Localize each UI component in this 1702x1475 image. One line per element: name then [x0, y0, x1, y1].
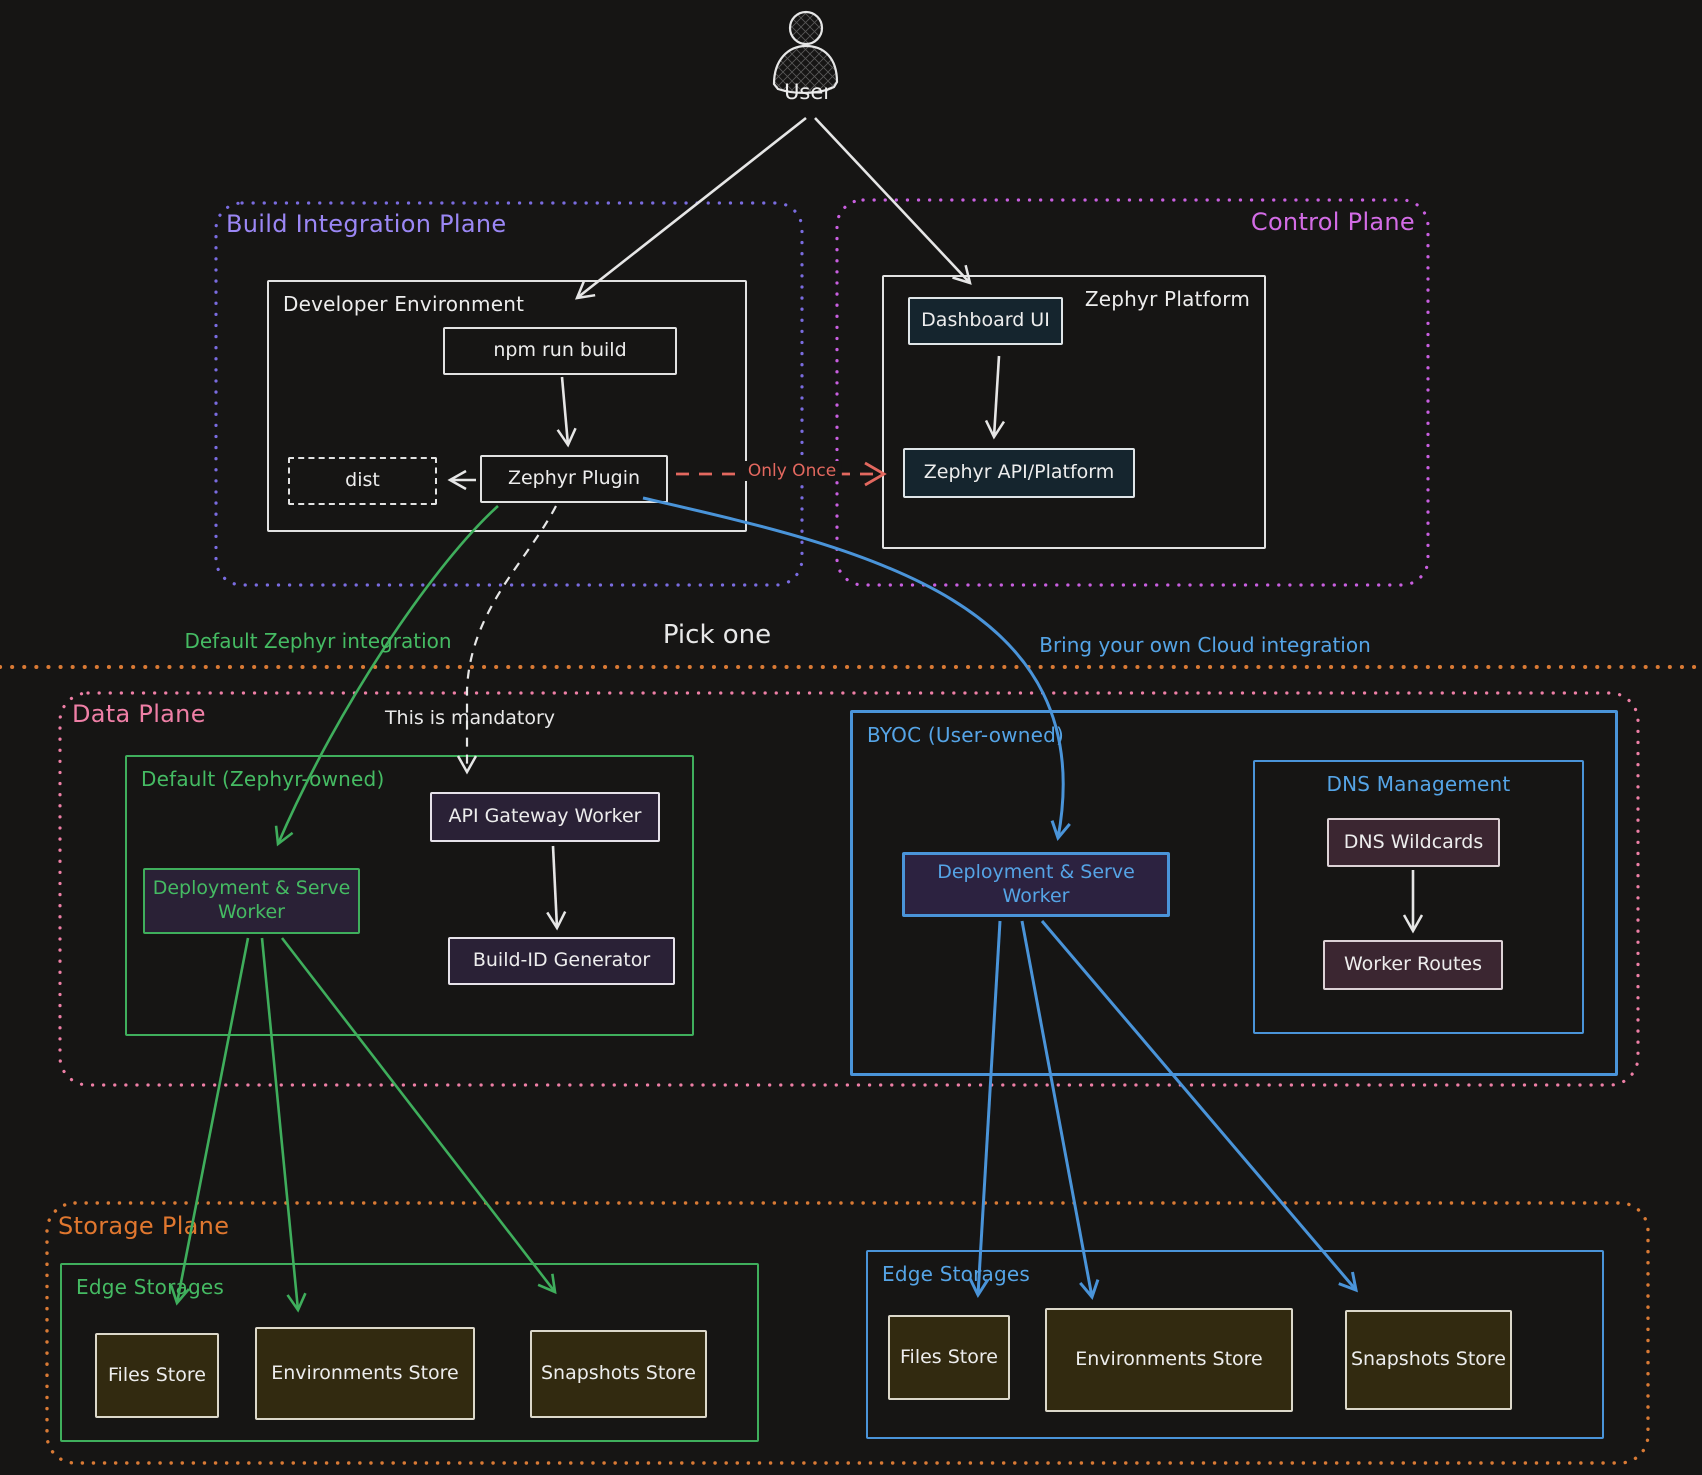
- dashboard-ui-node: Dashboard UI: [908, 297, 1063, 345]
- store-node: Files Store: [888, 1315, 1010, 1400]
- zephyr-platform-label: Zephyr Platform: [1085, 287, 1250, 311]
- byoc-label: BYOC (User-owned): [867, 723, 1064, 747]
- zephyr-api-node: Zephyr API/Platform: [903, 448, 1135, 498]
- build-id-generator-node: Build-ID Generator: [448, 937, 675, 985]
- pick-one-label: Pick one: [663, 620, 771, 650]
- arrow-user-to-dashboard: [815, 118, 970, 283]
- arrow-plugin-to-gateway-dashed: [467, 506, 556, 772]
- default-zephyr-owned-label: Default (Zephyr-owned): [141, 767, 384, 791]
- dns-management-group: DNS Management: [1253, 760, 1584, 1034]
- control-plane-title: Control Plane: [1180, 208, 1415, 236]
- store-node: Environments Store: [255, 1327, 475, 1420]
- byoc-deploy-serve-worker-node: Deployment & Serve Worker: [902, 852, 1170, 917]
- dns-management-label: DNS Management: [1255, 772, 1582, 796]
- build-plane-title: Build Integration Plane: [226, 210, 506, 238]
- byoc-integration-label: Bring your own Cloud integration: [1039, 633, 1371, 657]
- storage-plane-title: Storage Plane: [58, 1212, 229, 1240]
- default-deploy-serve-worker-node: Deployment & Serve Worker: [143, 868, 360, 934]
- arrow-user-to-npm: [577, 118, 806, 298]
- developer-environment-label: Developer Environment: [283, 292, 524, 316]
- npm-run-build-node: npm run build: [443, 327, 677, 375]
- mandatory-label: This is mandatory: [385, 707, 555, 729]
- edge-storages-left-label: Edge Storages: [76, 1275, 224, 1299]
- store-node: Files Store: [95, 1333, 219, 1418]
- only-once-label: Only Once: [742, 461, 842, 481]
- architecture-diagram: Build Integration Plane Control Plane Da…: [0, 0, 1702, 1475]
- store-node: Snapshots Store: [1345, 1310, 1512, 1410]
- store-node: Environments Store: [1045, 1308, 1293, 1412]
- dist-node: dist: [288, 457, 437, 505]
- user-label: User: [784, 80, 832, 104]
- dns-wildcards-node: DNS Wildcards: [1327, 818, 1500, 867]
- store-node: Snapshots Store: [530, 1330, 707, 1418]
- worker-routes-node: Worker Routes: [1323, 940, 1503, 990]
- zephyr-plugin-node: Zephyr Plugin: [480, 455, 668, 503]
- data-plane-title: Data Plane: [72, 700, 206, 728]
- default-integration-label: Default Zephyr integration: [184, 629, 451, 653]
- api-gateway-worker-node: API Gateway Worker: [430, 792, 660, 842]
- edge-storages-right-label: Edge Storages: [882, 1262, 1030, 1286]
